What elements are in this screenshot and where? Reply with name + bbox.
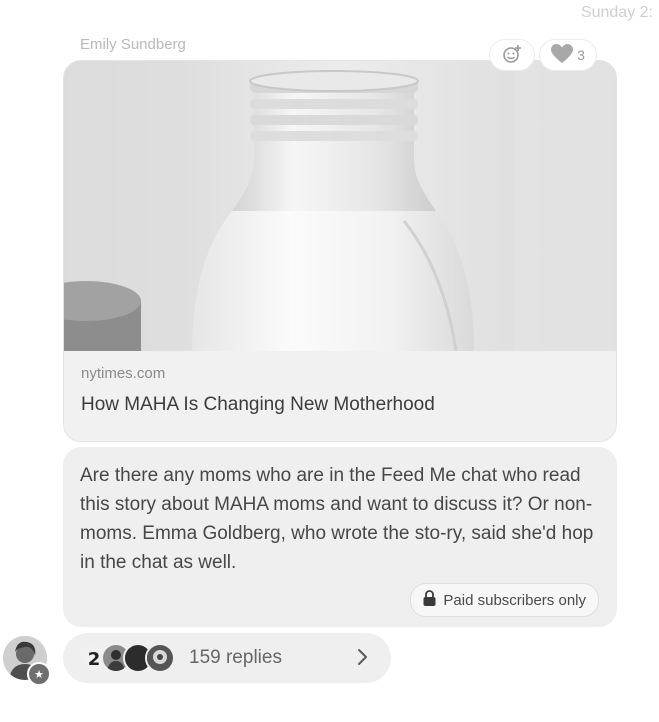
link-preview-image [64,61,616,351]
svg-text:2: 2 [88,649,101,670]
message-text: Are there any moms who are in the Feed M… [80,465,594,573]
link-title[interactable]: How MAHA Is Changing New Motherhood [81,394,435,416]
link-preview-card[interactable]: nytimes.com How MAHA Is Changing New Mot… [63,60,617,442]
link-preview-meta: nytimes.com How MAHA Is Changing New Mot… [64,351,616,441]
star-badge-icon: ★ [27,662,51,686]
replies-count: 159 replies [189,647,282,668]
message-timestamp: Sunday 2: [580,4,653,21]
reaction-bar: 3 [490,40,596,70]
paid-subscribers-badge: Paid subscribers only [410,583,599,617]
heart-icon [551,43,574,67]
add-reaction-icon [502,44,522,67]
reply-avatar [145,643,175,673]
reply-avatars: 2 [79,643,175,673]
heart-count: 3 [577,47,585,63]
sender-name[interactable]: Emily Sundberg [80,36,186,53]
lock-icon [423,590,436,610]
link-domain: nytimes.com [81,365,166,382]
sender-avatar[interactable]: ★ [3,636,51,686]
heart-reaction-button[interactable]: 3 [540,40,596,70]
replies-thread-button[interactable]: 2 159 replies [63,633,391,683]
chevron-right-icon [357,647,369,672]
message-text-bubble: Are there any moms who are in the Feed M… [63,447,617,627]
add-reaction-button[interactable] [490,40,534,70]
paid-badge-label: Paid subscribers only [443,591,586,609]
